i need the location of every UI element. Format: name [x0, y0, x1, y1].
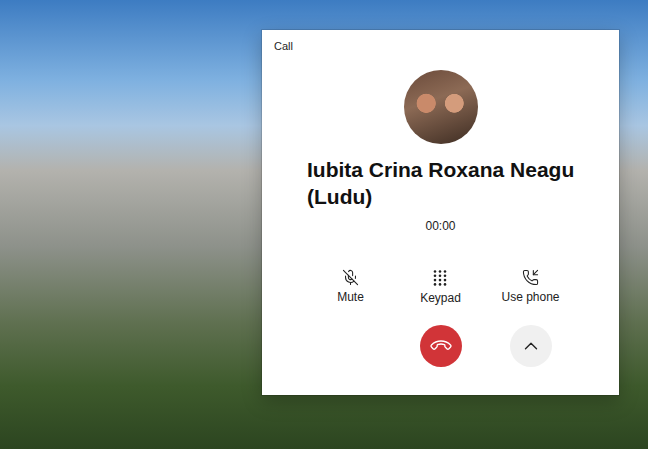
hang-up-icon — [428, 333, 453, 358]
action-label: Use phone — [501, 290, 559, 304]
keypad-icon — [432, 269, 448, 287]
mic-off-icon — [342, 269, 359, 286]
control-row — [262, 325, 619, 367]
window-title: Call — [262, 30, 619, 52]
action-row: Mute Keypad Use phone — [262, 269, 619, 305]
chevron-up-icon — [520, 335, 542, 357]
contact-name: Iubita Crina Roxana Neagu (Ludu) — [262, 144, 619, 211]
action-label: Mute — [337, 290, 364, 304]
expand-button[interactable] — [510, 325, 552, 367]
call-window: Call Iubita Crina Roxana Neagu (Ludu) 00:0… — [262, 30, 619, 395]
phone-button[interactable]: Use phone — [501, 269, 559, 305]
call-timer: 00:00 — [262, 219, 619, 233]
mute-button[interactable]: Mute — [337, 269, 364, 305]
keypad-button[interactable]: Keypad — [420, 269, 461, 305]
action-label: Keypad — [420, 291, 461, 305]
hang-up-button[interactable] — [420, 325, 462, 367]
phone-icon — [522, 269, 539, 286]
contact-avatar — [404, 70, 478, 144]
desktop-wallpaper: Call Iubita Crina Roxana Neagu (Ludu) 00:0… — [0, 0, 648, 449]
